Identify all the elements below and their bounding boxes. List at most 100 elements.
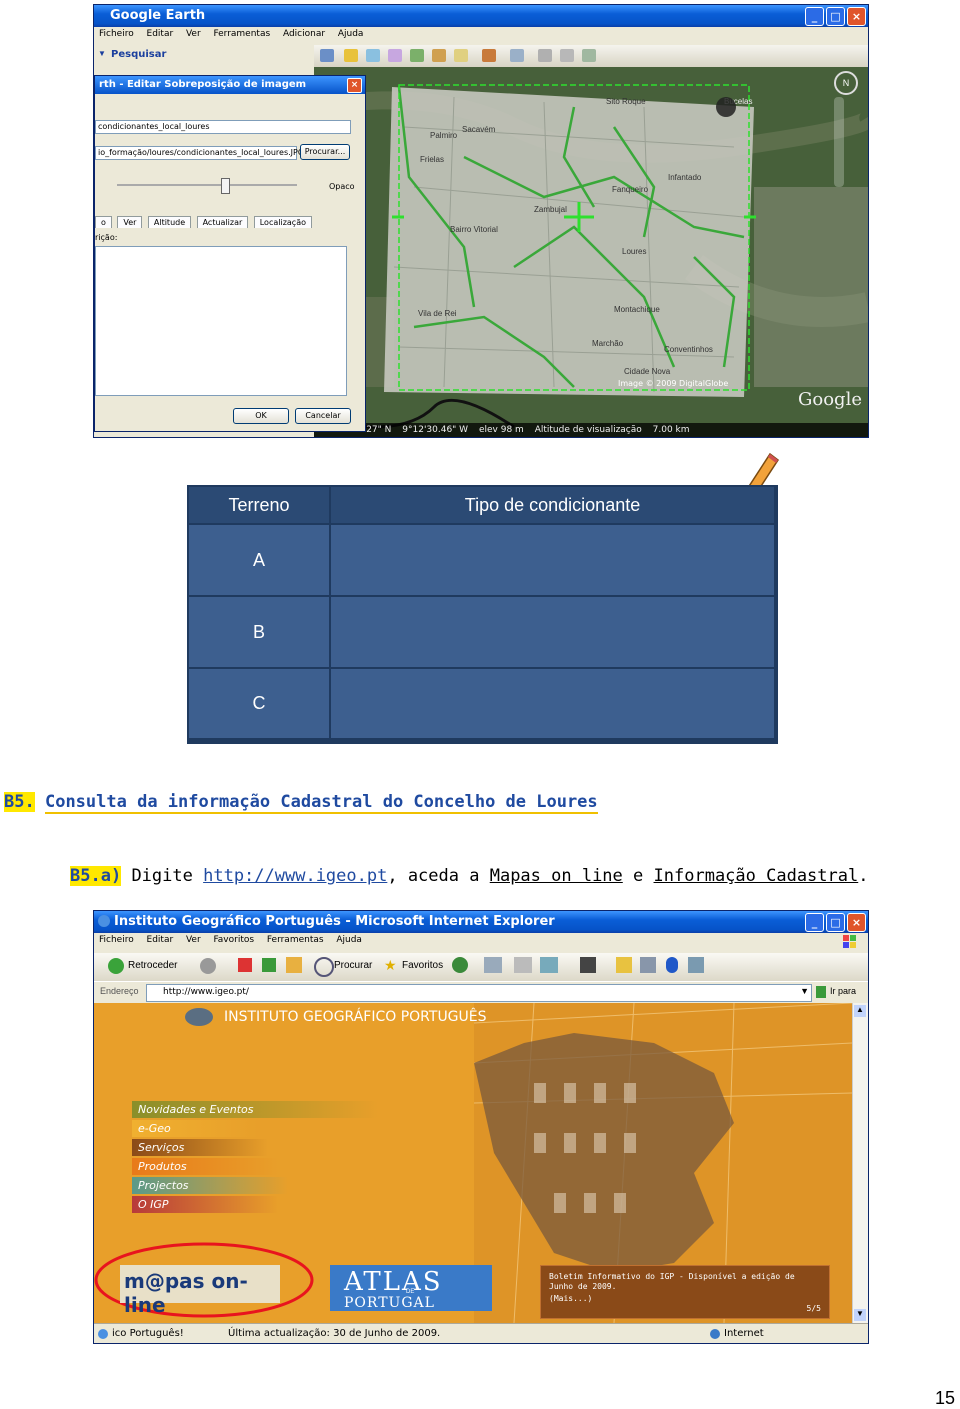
site-title: INSTITUTO GEOGRÁFICO PORTUGUÊS bbox=[224, 1009, 487, 1025]
favorites-star-icon[interactable]: ★ bbox=[384, 957, 400, 973]
nav-servicos[interactable]: Serviços bbox=[132, 1139, 268, 1156]
maximize-button[interactable]: □ bbox=[826, 7, 845, 26]
menu-view[interactable]: Ver bbox=[181, 933, 206, 947]
chevron-down-icon[interactable]: ▼ bbox=[800, 986, 809, 996]
menu-help[interactable]: Ajuda bbox=[333, 27, 369, 41]
placemark-icon[interactable] bbox=[344, 49, 358, 62]
mail-icon[interactable] bbox=[484, 957, 502, 973]
menu-add[interactable]: Adicionar bbox=[278, 27, 330, 41]
search-icon[interactable] bbox=[314, 957, 334, 977]
sidebar-toggle-icon[interactable] bbox=[320, 49, 334, 62]
news-more-link[interactable]: (Mais...) bbox=[549, 1294, 592, 1303]
nav-igp[interactable]: O IGP bbox=[132, 1196, 278, 1213]
minimize-button[interactable]: _ bbox=[805, 913, 824, 932]
table-cell-tipo[interactable] bbox=[331, 669, 774, 738]
windows-logo-icon bbox=[838, 933, 862, 951]
email-icon[interactable] bbox=[538, 49, 552, 62]
path-icon[interactable] bbox=[388, 49, 402, 62]
compass-icon[interactable] bbox=[716, 97, 736, 117]
ie-status-bar: ico Português! Última actualização: 30 d… bbox=[94, 1323, 868, 1343]
news-box[interactable]: Boletim Informativo do IGP - Disponível … bbox=[540, 1265, 830, 1319]
maps-icon[interactable] bbox=[582, 49, 596, 62]
excel-icon[interactable] bbox=[580, 957, 596, 973]
menu-help[interactable]: Ajuda bbox=[331, 933, 367, 947]
opacity-slider-track[interactable] bbox=[117, 184, 297, 186]
messenger-icon[interactable] bbox=[688, 957, 704, 973]
tab-location[interactable]: Localização bbox=[253, 216, 312, 228]
close-button[interactable]: × bbox=[847, 7, 866, 26]
menu-file[interactable]: Ficheiro bbox=[94, 933, 139, 947]
back-arrow-icon[interactable] bbox=[108, 958, 124, 974]
menu-view[interactable]: Ver bbox=[181, 27, 206, 41]
print-icon[interactable] bbox=[514, 957, 532, 973]
menu-file[interactable]: Ficheiro bbox=[94, 27, 139, 41]
opacity-slider-thumb[interactable] bbox=[221, 178, 230, 194]
section-heading: B5. Consulta da informação Cadastral do … bbox=[4, 792, 598, 814]
home-icon[interactable] bbox=[286, 957, 302, 973]
address-input[interactable]: http://www.igeo.pt/ ▼ bbox=[146, 984, 812, 1002]
table-cell-tipo[interactable] bbox=[331, 525, 774, 595]
informacao-cadastral-link[interactable]: Informação Cadastral bbox=[654, 866, 859, 886]
window-title: Instituto Geográfico Português - Microso… bbox=[114, 914, 555, 929]
sky-icon[interactable] bbox=[482, 49, 496, 62]
cancel-button[interactable]: Cancelar bbox=[295, 408, 351, 424]
tab-description[interactable]: o bbox=[95, 216, 112, 228]
tour-icon[interactable] bbox=[432, 49, 446, 62]
polygon-icon[interactable] bbox=[366, 49, 380, 62]
minimize-button[interactable]: _ bbox=[805, 7, 824, 26]
refresh-icon[interactable] bbox=[262, 958, 276, 972]
go-button[interactable]: Ir para bbox=[830, 986, 856, 996]
atlas-banner[interactable]: ATLAS DE PORTUGAL bbox=[330, 1265, 492, 1311]
dialog-close-button[interactable]: × bbox=[347, 78, 362, 93]
close-button[interactable]: × bbox=[847, 913, 866, 932]
tab-refresh[interactable]: Actualizar bbox=[196, 216, 249, 228]
nav-produtos[interactable]: Produtos bbox=[132, 1158, 278, 1175]
menu-tools[interactable]: Ferramentas bbox=[262, 933, 329, 947]
print-icon[interactable] bbox=[560, 49, 574, 62]
ruler-icon[interactable] bbox=[510, 49, 524, 62]
search-button[interactable]: Procurar bbox=[334, 960, 372, 971]
scroll-up-icon[interactable]: ▲ bbox=[854, 1005, 866, 1017]
map-label: Vila de Rei bbox=[418, 309, 457, 318]
scroll-down-icon[interactable]: ▼ bbox=[854, 1309, 866, 1321]
zoom-slider[interactable] bbox=[834, 97, 844, 187]
mapas-online-banner[interactable]: m@pas on-line bbox=[120, 1265, 280, 1317]
favorites-button[interactable]: Favoritos bbox=[402, 960, 443, 971]
history-icon[interactable] bbox=[452, 957, 468, 973]
table-cell-tipo[interactable] bbox=[331, 597, 774, 667]
edit-icon[interactable] bbox=[540, 957, 558, 973]
nav-egeo[interactable]: e-Geo bbox=[132, 1120, 258, 1137]
maximize-button[interactable]: □ bbox=[826, 913, 845, 932]
bluetooth-icon[interactable] bbox=[666, 957, 678, 973]
back-button[interactable]: Retroceder bbox=[128, 960, 177, 971]
ok-button[interactable]: OK bbox=[233, 408, 289, 424]
go-arrow-icon[interactable] bbox=[816, 986, 826, 998]
menu-edit[interactable]: Editar bbox=[142, 933, 179, 947]
sunlight-icon[interactable] bbox=[454, 49, 468, 62]
image-overlay-icon[interactable] bbox=[410, 49, 424, 62]
section-code: B5. bbox=[4, 792, 35, 812]
satellite-map[interactable]: Sito Roque Sacavém Palmiro Frielas Zambu… bbox=[314, 67, 868, 437]
forward-arrow-icon[interactable] bbox=[200, 958, 216, 974]
menu-edit[interactable]: Editar bbox=[142, 27, 179, 41]
tab-altitude[interactable]: Altitude bbox=[147, 216, 192, 228]
igeo-link[interactable]: http://www.igeo.pt bbox=[203, 866, 387, 886]
name-field[interactable]: condicionantes_local_loures bbox=[95, 120, 351, 134]
menu-tools[interactable]: Ferramentas bbox=[208, 27, 275, 41]
stop-icon[interactable] bbox=[238, 958, 252, 972]
tab-view[interactable]: Ver bbox=[117, 216, 143, 228]
link-field[interactable]: io_formação/loures/condicionantes_local_… bbox=[95, 146, 304, 160]
nav-projectos[interactable]: Projectos bbox=[132, 1177, 288, 1194]
nav-novidades[interactable]: Novidades e Eventos bbox=[132, 1101, 378, 1118]
ie-icon bbox=[98, 915, 110, 927]
folder-icon[interactable] bbox=[616, 957, 632, 973]
navigation-compass-icon[interactable]: N bbox=[834, 71, 858, 95]
search-panel-header[interactable]: ▼ Pesquisar bbox=[94, 47, 314, 63]
vertical-scrollbar[interactable]: ▲ ▼ bbox=[852, 1003, 868, 1323]
browse-button[interactable]: Procurar... bbox=[300, 144, 350, 160]
menu-favorites[interactable]: Favoritos bbox=[208, 933, 259, 947]
menu-bar: Ficheiro Editar Ver Ferramentas Adiciona… bbox=[94, 27, 868, 45]
description-textarea[interactable] bbox=[95, 246, 347, 396]
mapas-online-link[interactable]: Mapas on line bbox=[490, 866, 623, 886]
media-icon[interactable] bbox=[640, 957, 656, 973]
